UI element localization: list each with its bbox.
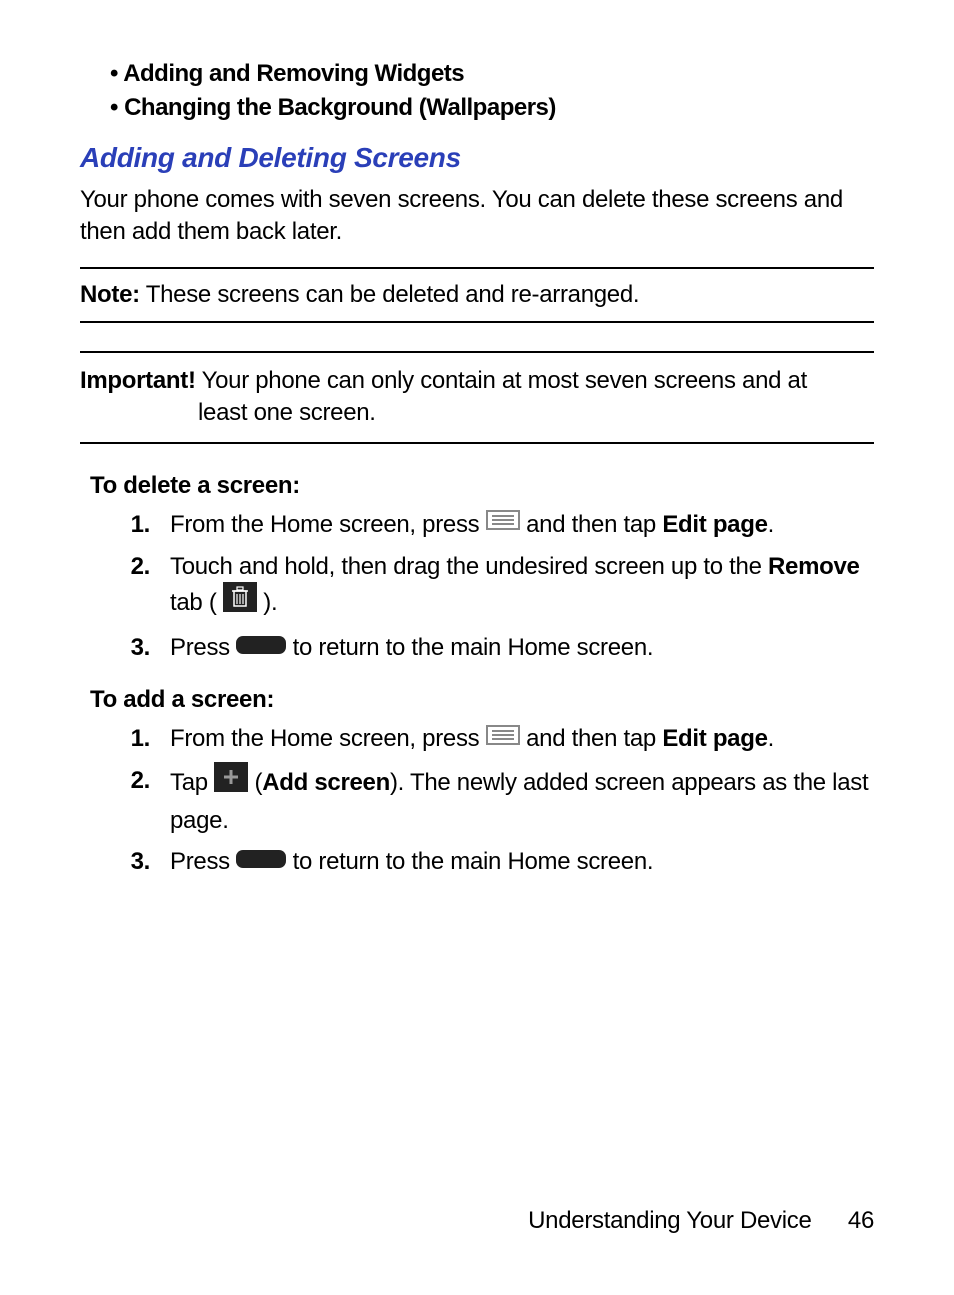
step-text: Touch and hold, then drag the undesired …	[170, 550, 874, 623]
list-item: 3. Press to return to the main Home scre…	[80, 845, 874, 879]
delete-heading: To delete a screen:	[90, 472, 874, 500]
important-text-line2: least one screen.	[80, 397, 874, 429]
list-item: 2. Tap (Add screen). The newly added scr…	[80, 764, 874, 837]
page-footer: Understanding Your Device 46	[528, 1207, 874, 1235]
note-text: These screens can be deleted and re-arra…	[146, 281, 640, 308]
plus-icon	[214, 762, 248, 802]
important-text-line1: Your phone can only contain at most seve…	[202, 367, 807, 394]
step-text: Tap (Add screen). The newly added screen…	[170, 764, 874, 837]
list-item: 3. Press to return to the main Home scre…	[80, 631, 874, 665]
home-button-icon	[236, 844, 286, 878]
note-label: Note:	[80, 281, 140, 308]
intro-paragraph: Your phone comes with seven screens. You…	[80, 184, 874, 249]
step-text: From the Home screen, press and then tap…	[170, 722, 874, 756]
trash-icon	[223, 582, 257, 622]
list-item: 1. From the Home screen, press and then …	[80, 508, 874, 542]
step-number: 3.	[80, 631, 170, 665]
footer-section: Understanding Your Device	[528, 1207, 811, 1234]
page-number: 46	[848, 1207, 874, 1234]
note-block: Note: These screens can be deleted and r…	[80, 267, 874, 323]
important-label: Important!	[80, 367, 196, 394]
step-text: Press to return to the main Home screen.	[170, 631, 874, 665]
step-number: 1.	[80, 508, 170, 542]
step-text: From the Home screen, press and then tap…	[170, 508, 874, 542]
step-number: 2.	[80, 550, 170, 623]
bullet-list: Adding and Removing Widgets Changing the…	[80, 60, 874, 122]
home-button-icon	[236, 630, 286, 664]
step-number: 3.	[80, 845, 170, 879]
menu-icon	[486, 721, 520, 755]
list-item: 1. From the Home screen, press and then …	[80, 722, 874, 756]
list-item: 2. Touch and hold, then drag the undesir…	[80, 550, 874, 623]
section-heading: Adding and Deleting Screens	[80, 142, 874, 174]
step-number: 2.	[80, 764, 170, 837]
bullet-item: Adding and Removing Widgets	[110, 60, 874, 88]
add-heading: To add a screen:	[90, 686, 874, 714]
bullet-item: Changing the Background (Wallpapers)	[110, 94, 874, 122]
step-text: Press to return to the main Home screen.	[170, 845, 874, 879]
delete-steps: 1. From the Home screen, press and then …	[80, 508, 874, 666]
add-steps: 1. From the Home screen, press and then …	[80, 722, 874, 880]
menu-icon	[486, 506, 520, 540]
step-number: 1.	[80, 722, 170, 756]
important-block: Important! Your phone can only contain a…	[80, 351, 874, 444]
